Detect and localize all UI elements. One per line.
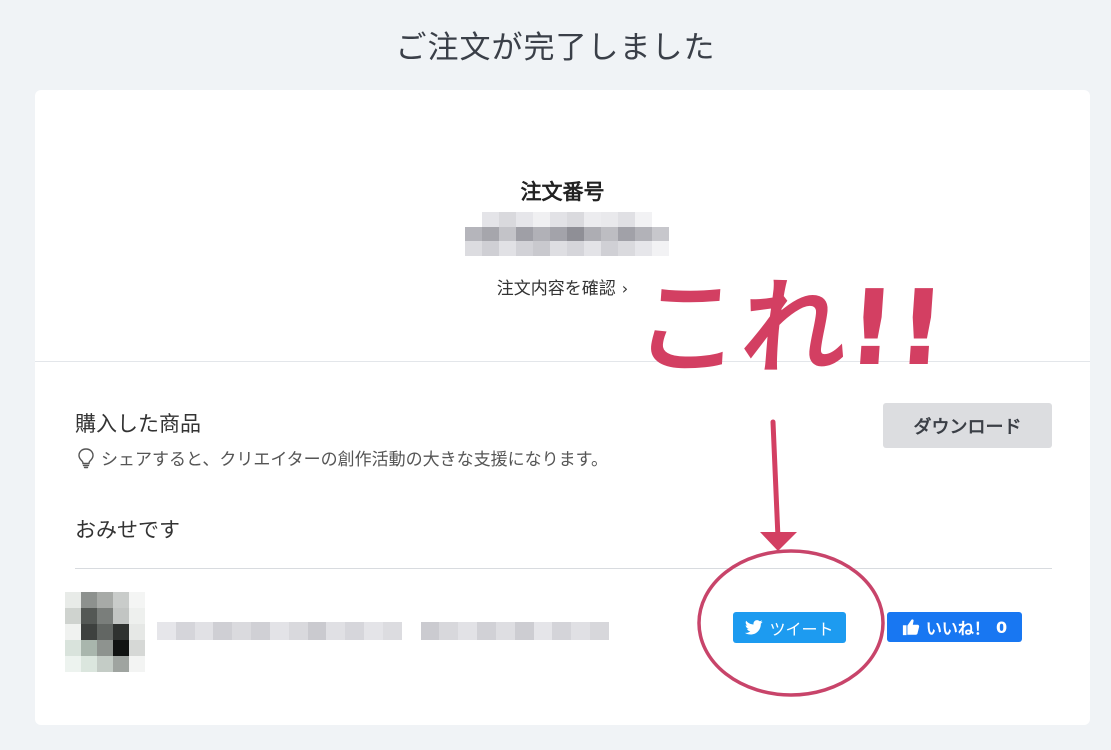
annotation-arrow-shaft <box>770 419 781 541</box>
annotation-overlay <box>697 419 885 697</box>
annotation-arrow-head <box>760 532 797 551</box>
annotation-circle <box>697 549 885 697</box>
